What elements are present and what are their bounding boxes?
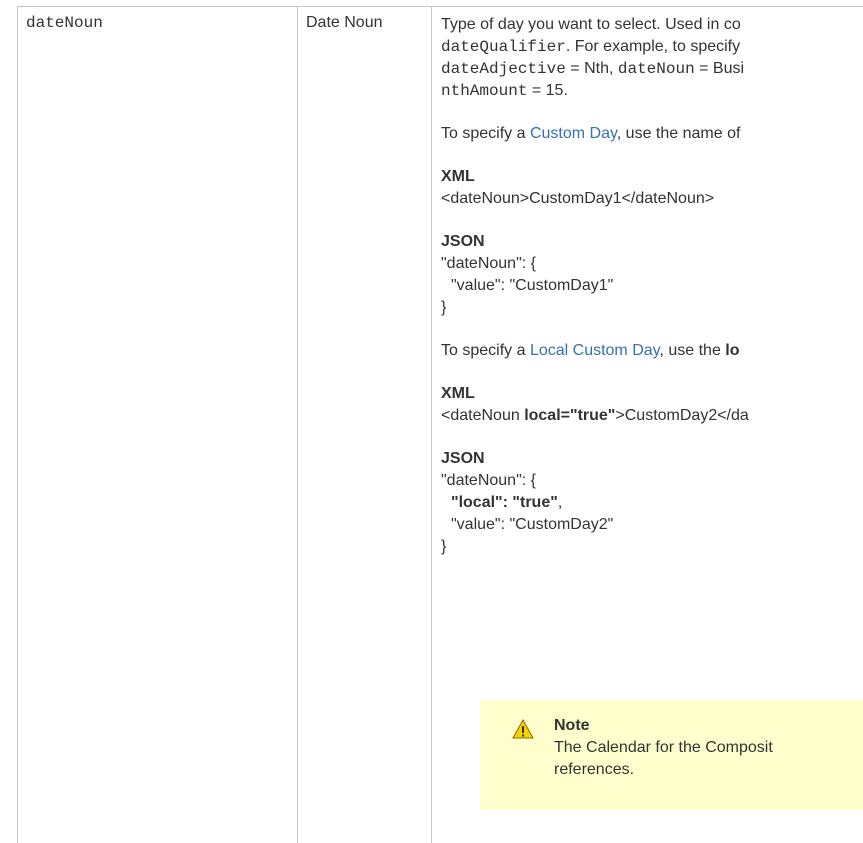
xml-attribute: local="true" [524, 407, 616, 424]
note-line: references. [554, 761, 635, 778]
json-punct: , [557, 494, 563, 511]
text: , use the name of [616, 125, 741, 142]
text: , use the [659, 342, 726, 359]
intro-text: = Nth, [565, 60, 618, 77]
xml-code: >CustomDay2</da [615, 407, 749, 424]
description-cell: Type of day you want to select. Used in … [441, 14, 863, 558]
json-label: JSON [441, 450, 485, 467]
intro-text: Type of day you want to select. Used in … [441, 16, 741, 33]
column-divider [431, 6, 432, 843]
xml-example-1: XML <dateNoun>CustomDay1</dateNoun> [441, 166, 863, 210]
column-divider [297, 6, 298, 843]
custom-day-link[interactable]: Custom Day [530, 125, 617, 142]
parameter-name-cell: dateNoun [26, 14, 103, 32]
intro-text: . For example, to specify [565, 38, 741, 55]
intro-text: = Busi [694, 60, 745, 77]
json-line: "value": "CustomDay1" [451, 277, 614, 294]
display-name-cell: Date Noun [306, 14, 383, 31]
note-panel: Note The Calendar for the Composit refer… [480, 700, 863, 810]
custom-day-paragraph: To specify a Custom Day, use the name of [441, 123, 863, 145]
xml-code: <dateNoun>CustomDay1</dateNoun> [441, 190, 715, 207]
json-line: "local": "true", [441, 494, 562, 511]
json-example-2: JSON "dateNoun": { "local": "true", "val… [441, 448, 863, 558]
json-line: } [441, 538, 447, 555]
note-text: The Calendar for the Composit references… [554, 737, 863, 781]
local-custom-day-paragraph: To specify a Local Custom Day, use the l… [441, 340, 863, 362]
warning-icon [512, 718, 534, 739]
text: To specify a [441, 342, 530, 359]
code-dateQualifier: dateQualifier [441, 38, 566, 56]
note-line: The Calendar for the Composit [554, 739, 773, 756]
local-custom-day-link[interactable]: Local Custom Day [530, 342, 660, 359]
json-line: } [441, 299, 447, 316]
note-title: Note [554, 717, 590, 734]
intro-text: = 15. [527, 82, 568, 99]
code-dateNoun: dateNoun [617, 60, 695, 78]
json-line: "dateNoun": { [441, 255, 536, 272]
bold-text: lo [725, 342, 740, 359]
intro-paragraph: Type of day you want to select. Used in … [441, 14, 863, 102]
xml-label: XML [441, 385, 475, 402]
code-dateAdjective: dateAdjective [441, 60, 566, 78]
json-local-key: "local": "true" [451, 494, 558, 511]
xml-example-2: XML <dateNoun local="true">CustomDay2</d… [441, 383, 863, 427]
code-nthAmount: nthAmount [441, 82, 528, 100]
text: To specify a [441, 125, 530, 142]
json-example-1: JSON "dateNoun": { "value": "CustomDay1"… [441, 231, 863, 319]
xml-label: XML [441, 168, 475, 185]
xml-code: <dateNoun [441, 407, 525, 424]
json-line: "value": "CustomDay2" [451, 516, 614, 533]
json-label: JSON [441, 233, 485, 250]
json-line: "dateNoun": { [441, 472, 536, 489]
